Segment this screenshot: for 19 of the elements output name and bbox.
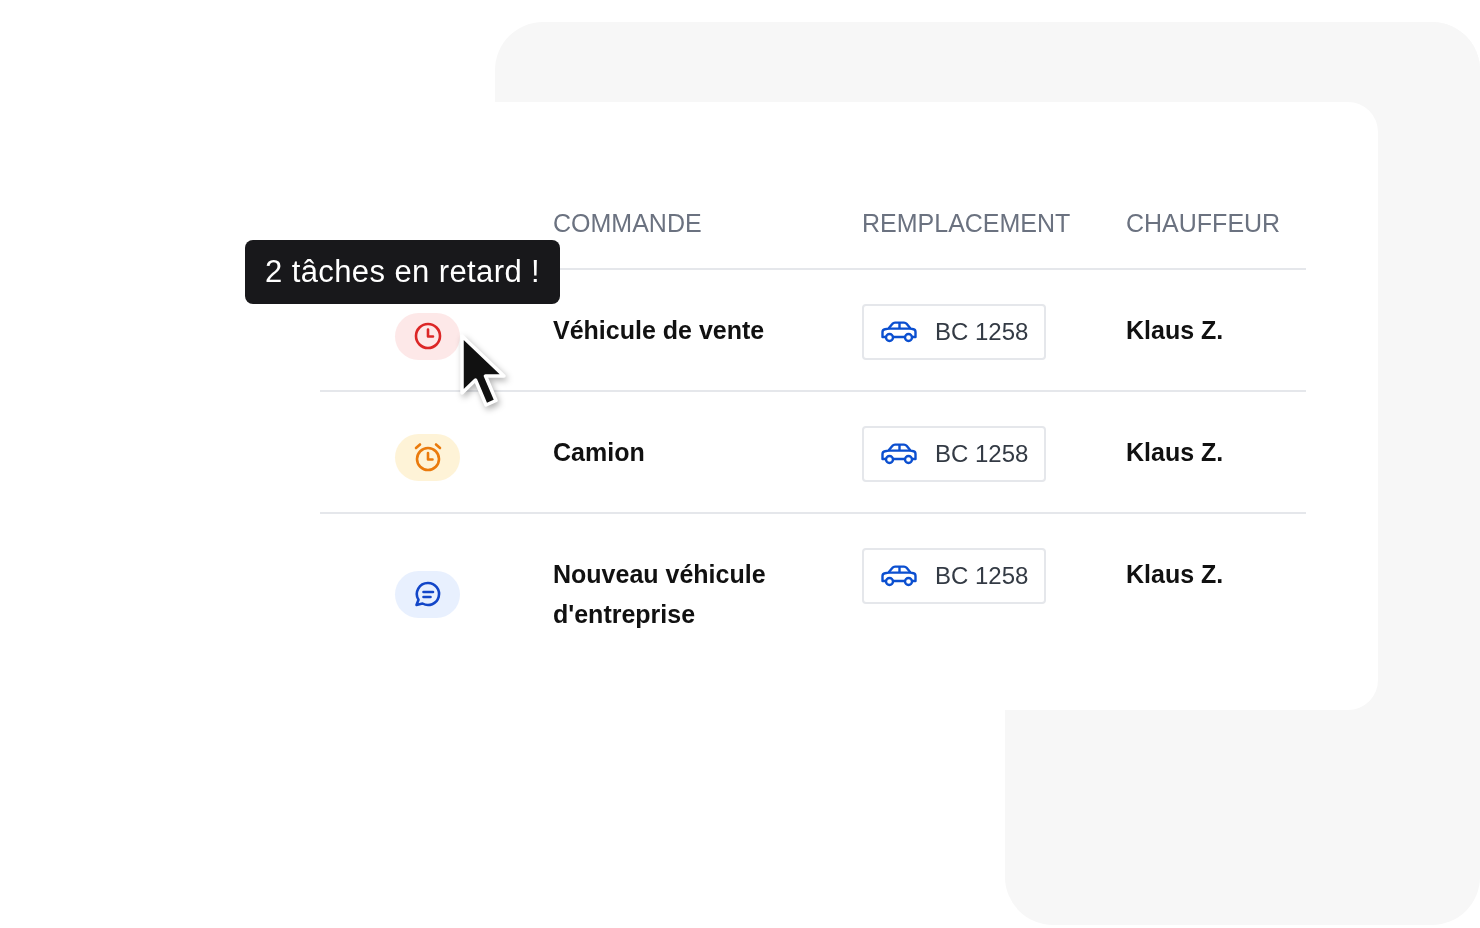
order-name: Camion <box>553 437 646 468</box>
plate-number: BC 1258 <box>935 440 1029 468</box>
driver-name: Klaus Z. <box>1126 559 1225 590</box>
driver-name: Klaus Z. <box>1126 315 1225 346</box>
car-icon <box>880 321 918 343</box>
order-name: Nouveau véhicule d'entreprise <box>553 559 767 630</box>
column-header: REMPLACEMENT <box>862 209 1072 238</box>
alarm-clock-icon <box>395 433 460 481</box>
tooltip: 2 tâches en retard ! <box>245 240 561 304</box>
chat-bubble-icon <box>395 570 460 618</box>
order-name: Véhicule de vente <box>553 315 766 346</box>
column-header: COMMANDE <box>553 209 703 238</box>
clock-icon <box>395 312 460 360</box>
car-icon <box>880 443 918 465</box>
driver-name: Klaus Z. <box>1126 437 1225 468</box>
plate-number: BC 1258 <box>935 318 1029 346</box>
plate-number: BC 1258 <box>935 562 1029 590</box>
column-header: CHAUFFEUR <box>1126 209 1282 238</box>
car-icon <box>880 565 918 587</box>
